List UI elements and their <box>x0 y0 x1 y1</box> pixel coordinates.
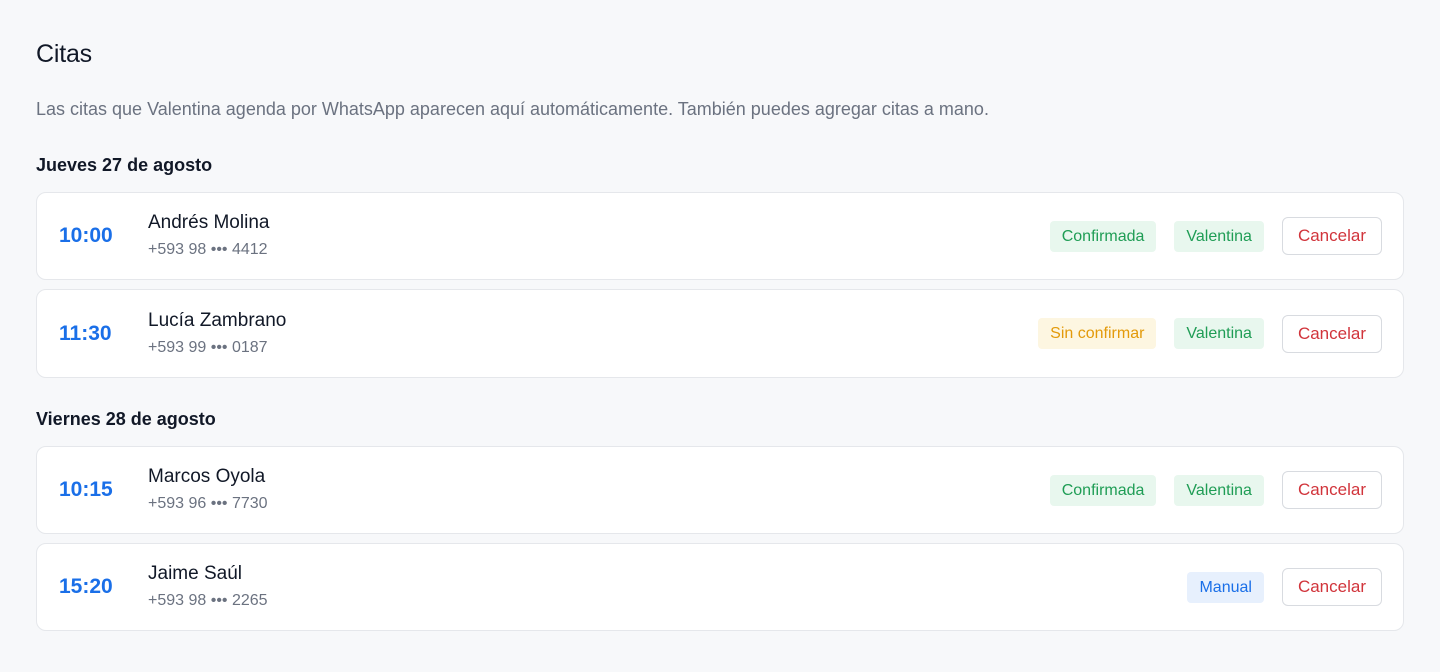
cancel-button[interactable]: Cancelar <box>1281 568 1382 606</box>
appointments-page: Citas Las citas que Valentina agenda por… <box>0 0 1440 672</box>
day-heading: Viernes 28 de agosto <box>36 409 216 429</box>
status-badge: Confirmada <box>1049 474 1157 506</box>
appointment-actions: Manual Cancelar <box>1187 568 1382 606</box>
source-badge: Valentina <box>1174 474 1264 506</box>
status-badge: Sin confirmar <box>1038 318 1157 349</box>
cancel-button[interactable]: Cancelar <box>1281 314 1382 353</box>
source-badge: Manual <box>1187 571 1264 603</box>
cancel-button[interactable]: Cancelar <box>1281 217 1382 255</box>
client-info: Lucía Zambrano +593 99 ••• 0187 <box>148 309 286 359</box>
client-info: Andrés Molina +593 98 ••• 4412 <box>148 211 269 261</box>
appointment-actions: Sin confirmar Valentina Cancelar <box>1038 314 1382 353</box>
appointment-time: 11:30 <box>59 321 112 345</box>
appointment-actions: Confirmada Valentina Cancelar <box>1049 217 1382 255</box>
status-badge: Confirmada <box>1049 220 1157 252</box>
client-phone: +593 96 ••• 7730 <box>148 495 268 512</box>
appointment-card[interactable]: 15:20 Jaime Saúl +593 98 ••• 2265 Manual… <box>36 543 1404 631</box>
cancel-button[interactable]: Cancelar <box>1281 471 1382 509</box>
appointment-time: 15:20 <box>59 575 113 598</box>
appointment-card[interactable]: 10:15 Marcos Oyola +593 96 ••• 7730 Conf… <box>36 446 1404 534</box>
client-name: Andrés Molina <box>148 212 270 233</box>
page-title: Citas <box>36 40 92 68</box>
client-phone: +593 98 ••• 2265 <box>148 592 268 609</box>
source-badge: Valentina <box>1174 318 1264 349</box>
client-info: Marcos Oyola +593 96 ••• 7730 <box>148 465 268 515</box>
client-info: Jaime Saúl +593 98 ••• 2265 <box>148 562 268 612</box>
appointment-actions: Confirmada Valentina Cancelar <box>1049 471 1382 509</box>
appointment-card[interactable]: 11:30 Lucía Zambrano +593 99 ••• 0187 Si… <box>36 289 1404 378</box>
appointment-time: 10:15 <box>59 478 113 501</box>
appointment-time: 10:00 <box>59 224 113 247</box>
client-name: Lucía Zambrano <box>148 309 287 331</box>
client-name: Marcos Oyola <box>148 466 266 487</box>
client-phone: +593 99 ••• 0187 <box>148 338 268 356</box>
source-badge: Valentina <box>1174 220 1264 252</box>
client-name: Jaime Saúl <box>148 563 242 584</box>
appointment-card[interactable]: 10:00 Andrés Molina +593 98 ••• 4412 Con… <box>36 192 1404 280</box>
day-heading: Jueves 27 de agosto <box>36 155 213 175</box>
page-subtitle: Las citas que Valentina agenda por Whats… <box>36 99 989 119</box>
client-phone: +593 98 ••• 4412 <box>148 241 268 258</box>
